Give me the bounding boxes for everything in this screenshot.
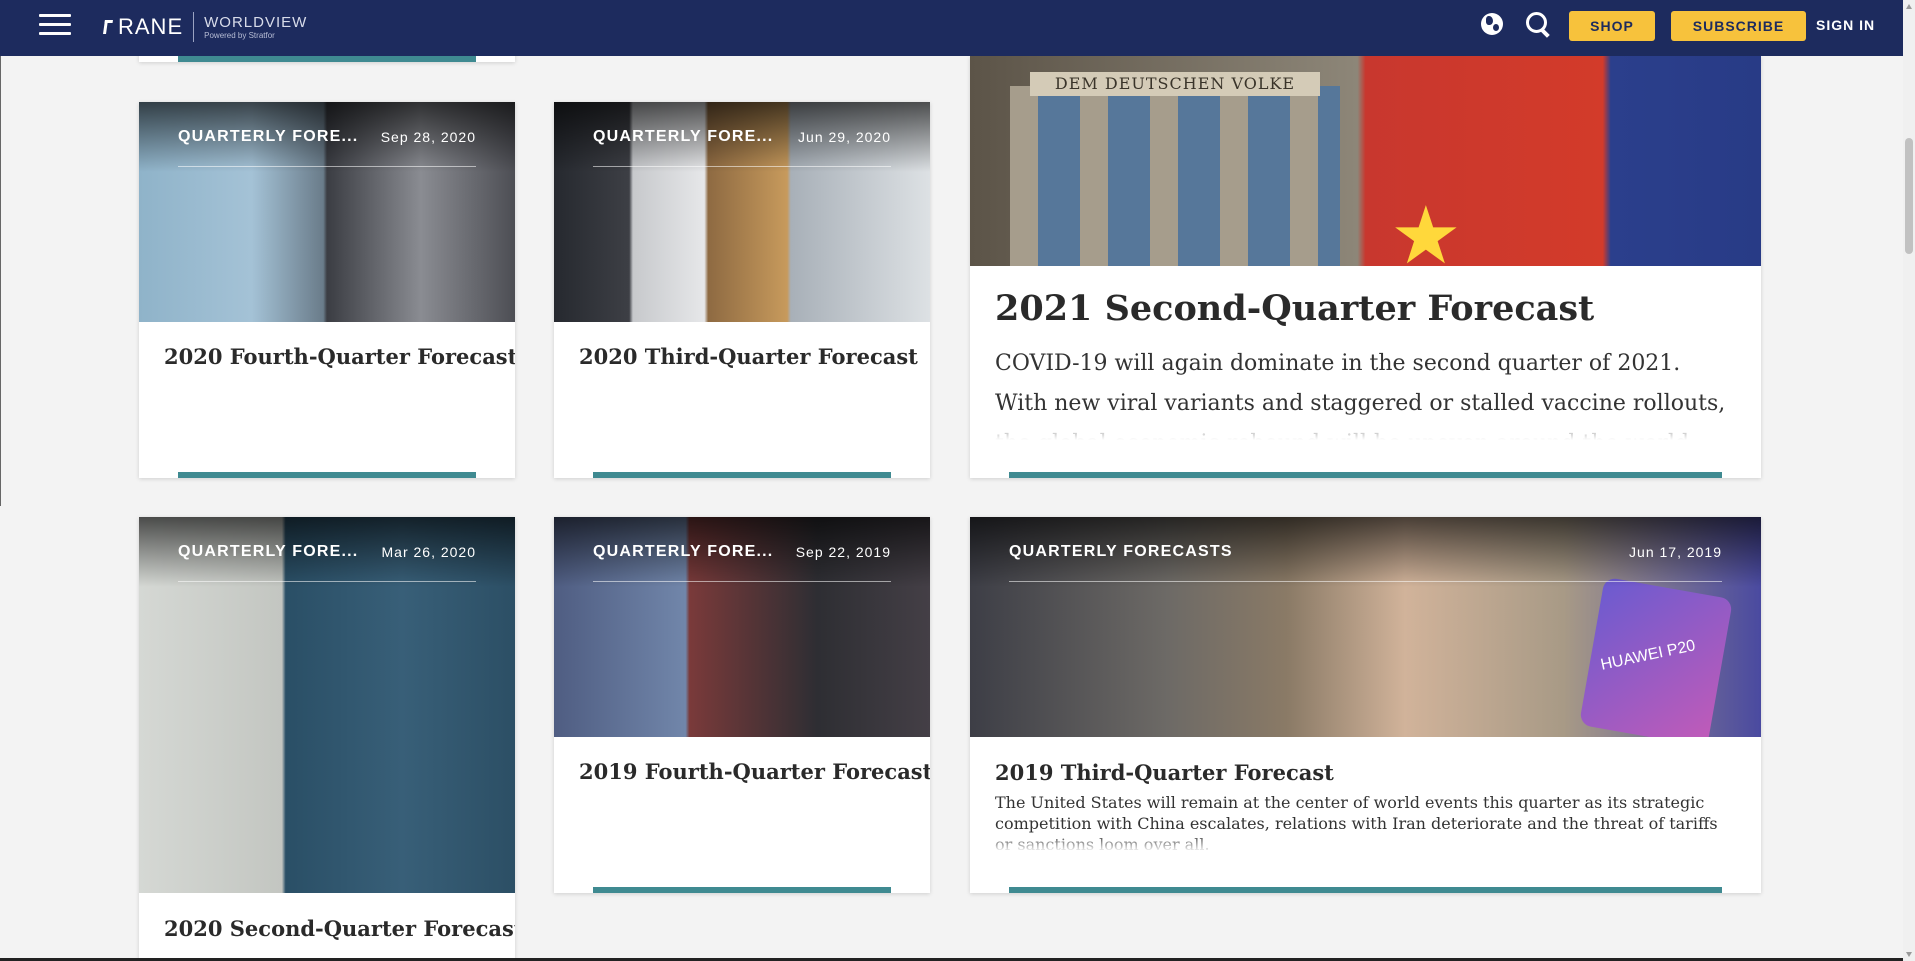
- card-accent-bar: [178, 56, 476, 62]
- rane-logo-mark: [103, 20, 113, 34]
- card-category: QUARTERLY FORECASTS: [1009, 543, 1233, 560]
- card-accent-bar: [593, 887, 891, 893]
- card-category: QUARTERLY FORE...: [593, 543, 774, 560]
- card-accent-bar: [593, 472, 891, 478]
- featured-forecast-card[interactable]: DEM DEUTSCHEN VOLKE ★ 2021 Second-Quarte…: [970, 56, 1761, 478]
- scroll-down-arrow-icon[interactable]: [1906, 952, 1912, 957]
- card-accent-bar: [178, 472, 476, 478]
- search-icon[interactable]: [1526, 12, 1552, 38]
- forecast-card[interactable]: HUAWEI P20 QUARTERLY FORECASTS Jun 17, 2…: [970, 517, 1761, 893]
- card-date: Mar 26, 2020: [381, 544, 476, 560]
- forecast-card[interactable]: QUARTERLY FORE... Jun 29, 2020 2020 Thir…: [554, 102, 930, 478]
- card-title[interactable]: 2019 Fourth-Quarter Forecast: [579, 759, 930, 784]
- card-image-inscription: DEM DEUTSCHEN VOLKE: [1030, 72, 1320, 96]
- card-title[interactable]: 2021 Second-Quarter Forecast: [995, 288, 1594, 329]
- card-description: The United States will remain at the cen…: [995, 793, 1718, 852]
- site-logo[interactable]: RANE WORLDVIEW Powered by Stratfor: [103, 12, 308, 42]
- card-title[interactable]: 2020 Second-Quarter Forecast: [164, 916, 515, 941]
- logo-text: RANE: [118, 14, 184, 39]
- star-icon: ★: [1390, 191, 1462, 267]
- page-scrollbar[interactable]: [1903, 0, 1915, 961]
- forecast-card[interactable]: QUARTERLY FORE... Sep 22, 2019 2019 Four…: [554, 517, 930, 893]
- scroll-up-arrow-icon[interactable]: [1906, 4, 1912, 9]
- forecast-card[interactable]: QUARTERLY FORE... Mar 26, 2020 2020 Seco…: [139, 517, 515, 961]
- left-edge-line: [0, 56, 1, 506]
- forecast-card[interactable]: QUARTERLY FORE... Sep 28, 2020 2020 Four…: [139, 102, 515, 478]
- card-accent-bar: [1009, 472, 1722, 478]
- card-category: QUARTERLY FORE...: [178, 128, 359, 145]
- logo-divider: [193, 12, 195, 42]
- card-title[interactable]: 2020 Third-Quarter Forecast: [579, 344, 918, 369]
- card-category: QUARTERLY FORE...: [593, 128, 774, 145]
- card-title[interactable]: 2020 Fourth-Quarter Forecast: [164, 344, 515, 369]
- subscribe-button[interactable]: SUBSCRIBE: [1671, 11, 1806, 41]
- card-title[interactable]: 2019 Third-Quarter Forecast: [995, 760, 1334, 785]
- card-date: Jun 17, 2019: [1629, 544, 1722, 560]
- worldview-text: WORLDVIEW: [204, 13, 308, 31]
- card-accent-bar: [1009, 887, 1722, 893]
- globe-icon[interactable]: [1481, 13, 1503, 35]
- card-description: COVID-19 will again dominate in the seco…: [995, 351, 1726, 440]
- powered-by-text: Powered by Stratfor: [204, 30, 275, 40]
- hamburger-menu-icon[interactable]: [39, 14, 71, 38]
- scrollbar-thumb[interactable]: [1905, 138, 1913, 254]
- card-category: QUARTERLY FORE...: [178, 543, 359, 560]
- card-date: Sep 28, 2020: [380, 129, 476, 145]
- shop-button[interactable]: SHOP: [1569, 11, 1655, 41]
- top-nav-bar: RANE WORLDVIEW Powered by Stratfor SHOP …: [0, 0, 1903, 56]
- card-image: DEM DEUTSCHEN VOLKE ★: [970, 56, 1761, 266]
- sign-in-link[interactable]: SIGN IN: [1816, 17, 1875, 33]
- card-date: Sep 22, 2019: [795, 544, 891, 560]
- card-date: Jun 29, 2020: [798, 129, 891, 145]
